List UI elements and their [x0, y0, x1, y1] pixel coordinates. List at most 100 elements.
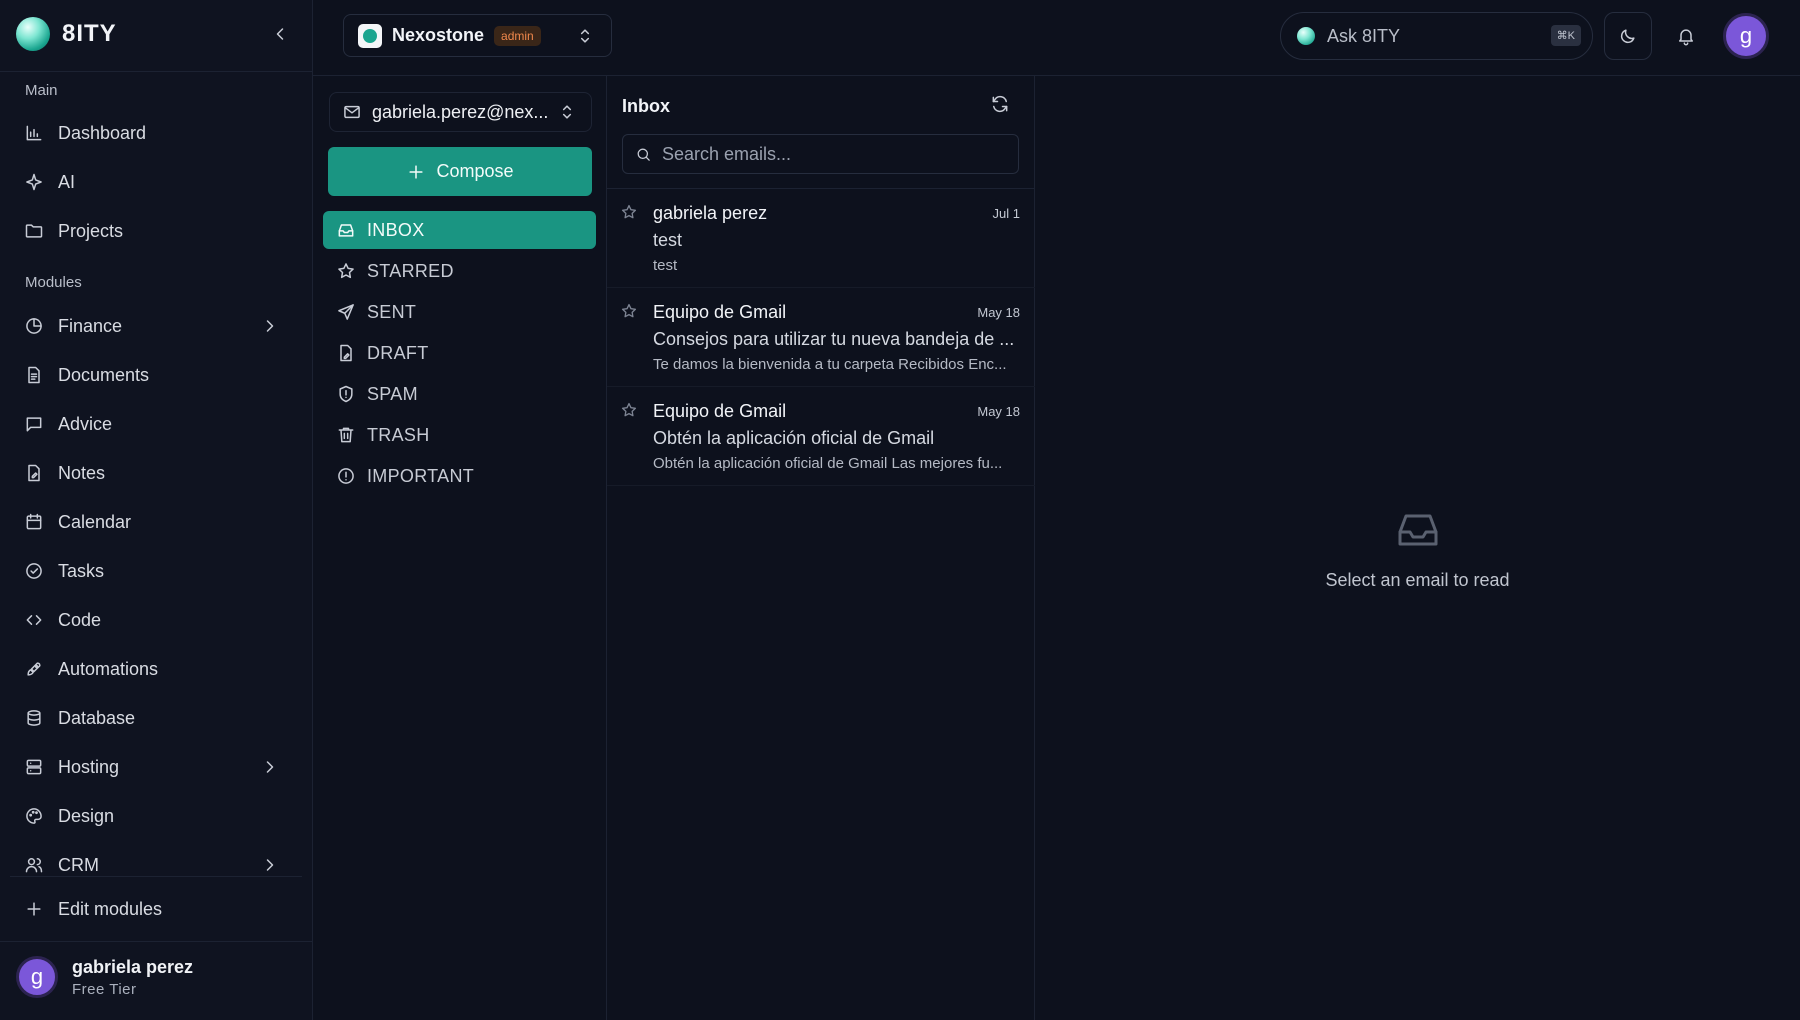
email-date: May 18: [977, 305, 1020, 320]
chevron-left-icon: [276, 28, 284, 40]
sidebar-item-label: Advice: [58, 413, 113, 434]
sidebar: 8ITY Main Dashboard AI Projects Modules …: [0, 0, 313, 1020]
star-icon[interactable]: [620, 401, 638, 419]
calendar-icon: [26, 513, 42, 530]
email-date: May 18: [977, 404, 1020, 419]
sidebar-item-notes[interactable]: Notes: [24, 456, 292, 490]
sidebar-item-label: Projects: [58, 220, 124, 241]
sidebar-item-finance[interactable]: Finance: [24, 309, 292, 343]
sidebar-item-projects[interactable]: Projects: [24, 214, 292, 248]
folder-label: TRASH: [367, 424, 430, 445]
empty-state-message: Select an email to read: [1325, 570, 1510, 590]
empty-state: [1394, 506, 1442, 554]
sidebar-item-code[interactable]: Code: [24, 603, 292, 637]
email-sender: gabriela perez: [653, 203, 768, 223]
section-label-modules: Modules: [25, 274, 82, 291]
sparkle-icon: [26, 173, 42, 191]
sidebar-item-calendar[interactable]: Calendar: [24, 505, 292, 539]
brand[interactable]: 8ITY: [16, 17, 117, 51]
refresh-button[interactable]: [990, 94, 1010, 114]
folder-label: IMPORTANT: [367, 465, 475, 486]
email-row[interactable]: gabriela perez Jul 1 test test: [607, 189, 1035, 288]
top-bar: Nexostone admin Ask 8ITY ⌘K g: [313, 0, 1800, 76]
database-icon: [27, 710, 41, 726]
brand-logo: [16, 17, 50, 51]
bar-chart-icon: [26, 125, 42, 141]
message-icon: [26, 417, 42, 432]
sidebar-item-label: Documents: [58, 364, 150, 385]
star-icon[interactable]: [620, 302, 638, 320]
email-list-pane: Inbox gabriela perez Jul 1 test test Equ…: [607, 76, 1035, 1020]
palette-icon: [26, 808, 42, 824]
organization-switcher[interactable]: Nexostone admin: [343, 14, 612, 57]
account-selector[interactable]: gabriela.perez@nex...: [329, 92, 592, 132]
user-profile[interactable]: g gabriela perez Free Tier: [16, 956, 193, 998]
sidebar-item-label: Tasks: [58, 560, 105, 581]
ask-ai-placeholder: Ask 8ITY: [1327, 25, 1401, 46]
email-row[interactable]: Equipo de Gmail May 18 Obtén la aplicaci…: [607, 387, 1035, 486]
edit-modules-button[interactable]: Edit modules: [24, 892, 292, 926]
folder-sent[interactable]: SENT: [323, 293, 596, 331]
sidebar-item-label: Dashboard: [58, 122, 147, 143]
mail-folders-pane: gabriela.perez@nex... Compose INBOX STAR…: [313, 76, 607, 1020]
chevron-up-down-icon: [580, 29, 590, 43]
moon-icon: [1620, 29, 1635, 44]
email-row[interactable]: Equipo de Gmail May 18 Consejos para uti…: [607, 288, 1035, 387]
search-icon: [637, 148, 650, 161]
email-date: Jul 1: [992, 206, 1020, 221]
sidebar-item-hosting[interactable]: Hosting: [24, 750, 292, 784]
ask-ai-input[interactable]: Ask 8ITY ⌘K: [1280, 12, 1593, 60]
email-preview: test: [653, 257, 678, 274]
sidebar-item-automations[interactable]: Automations: [24, 652, 292, 686]
brand-name: 8ITY: [62, 20, 117, 47]
sidebar-item-dashboard[interactable]: Dashboard: [24, 116, 292, 150]
user-name: gabriela perez: [72, 956, 194, 977]
document-icon: [28, 366, 40, 384]
pie-chart-icon: [26, 318, 42, 334]
role-badge: admin: [494, 25, 541, 46]
sidebar-item-ai[interactable]: AI: [24, 165, 292, 199]
user-avatar-button[interactable]: g: [1723, 13, 1769, 59]
sidebar-item-label: Finance: [58, 315, 123, 336]
inbox-icon: [338, 224, 354, 237]
email-subject: test: [653, 230, 683, 250]
folder-inbox[interactable]: INBOX: [323, 211, 596, 249]
search-input[interactable]: [662, 143, 1002, 165]
email-sender: Equipo de Gmail: [653, 401, 787, 421]
keyboard-shortcut-badge: ⌘K: [1550, 25, 1581, 46]
sidebar-item-documents[interactable]: Documents: [24, 358, 292, 392]
theme-toggle-button[interactable]: [1604, 12, 1652, 60]
sidebar-item-database[interactable]: Database: [24, 701, 292, 735]
check-circle-icon: [26, 563, 42, 579]
folder-draft[interactable]: DRAFT: [323, 334, 596, 372]
chevron-right-icon: [266, 320, 274, 332]
notifications-button[interactable]: [1662, 12, 1710, 60]
list-title: Inbox: [622, 96, 670, 116]
divider: [607, 485, 1035, 486]
folder-label: STARRED: [367, 260, 454, 281]
star-icon[interactable]: [620, 203, 638, 221]
code-icon: [26, 615, 42, 625]
email-subject: Obtén la aplicación oficial de Gmail: [653, 428, 935, 448]
folder-icon: [25, 224, 43, 238]
email-preview: Te damos la bienvenida a tu carpeta Reci…: [653, 356, 1007, 373]
folder-important[interactable]: IMPORTANT: [323, 457, 596, 495]
user-tier: Free Tier: [72, 980, 137, 998]
email-search[interactable]: [622, 134, 1019, 174]
sidebar-item-design[interactable]: Design: [24, 799, 292, 833]
folder-starred[interactable]: STARRED: [323, 252, 596, 290]
edit-modules-label: Edit modules: [58, 898, 163, 919]
compose-button[interactable]: Compose: [328, 147, 592, 196]
sidebar-item-advice[interactable]: Advice: [24, 407, 292, 441]
folder-spam[interactable]: SPAM: [323, 375, 596, 413]
sidebar-item-label: Hosting: [58, 756, 120, 777]
alert-circle-icon: [338, 468, 354, 484]
account-email: gabriela.perez@nex...: [372, 101, 549, 122]
chevron-right-icon: [266, 761, 274, 773]
collapse-sidebar-button[interactable]: [270, 24, 290, 44]
sidebar-item-label: Database: [58, 707, 136, 728]
sidebar-item-label: Code: [58, 609, 102, 630]
folder-trash[interactable]: TRASH: [323, 416, 596, 454]
sidebar-item-tasks[interactable]: Tasks: [24, 554, 292, 588]
sidebar-item-label: Notes: [58, 462, 106, 483]
